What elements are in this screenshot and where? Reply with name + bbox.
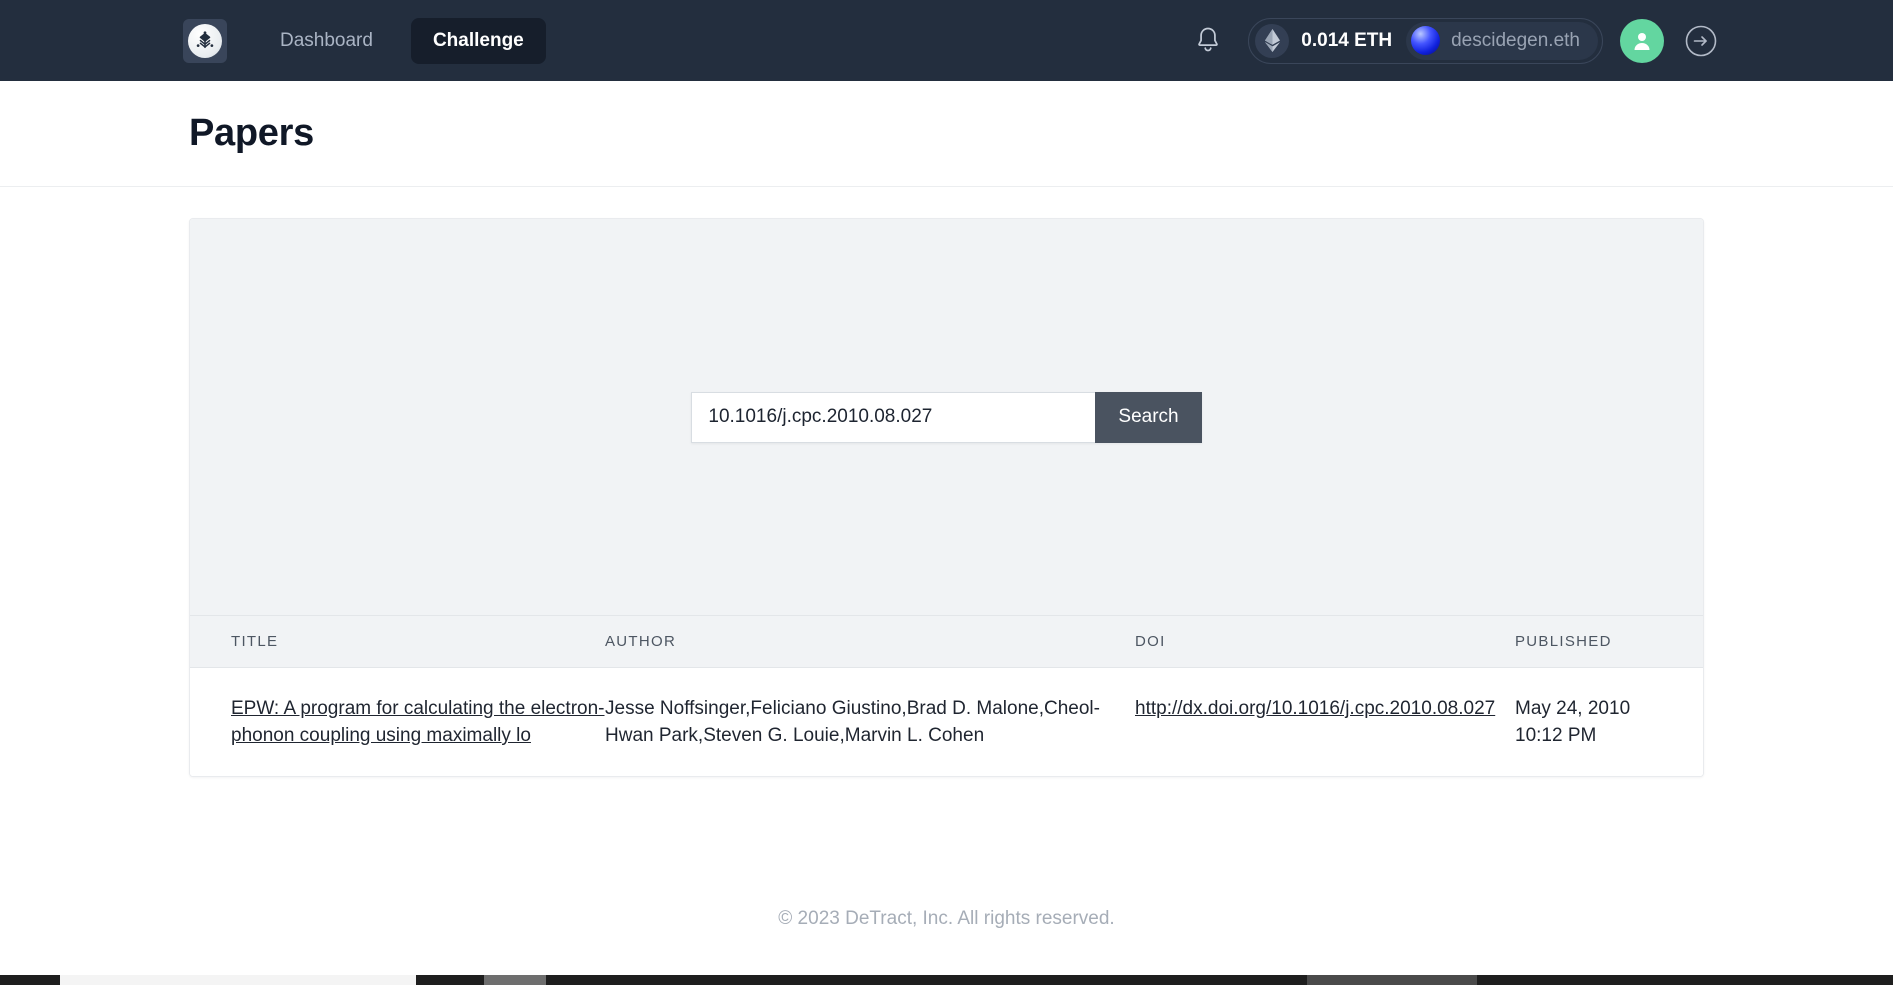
wallet-pill[interactable]: 0.014 ETH descidegen.eth bbox=[1248, 17, 1603, 64]
app-logo-button[interactable] bbox=[183, 18, 227, 63]
person-glyph-icon bbox=[1634, 32, 1650, 50]
taskbar-segment-window bbox=[60, 975, 416, 985]
page-title: Papers bbox=[189, 112, 314, 154]
logo-glyph-icon bbox=[196, 30, 214, 48]
papers-card: Search TITLE AUTHOR DOI PUBLISHED EPW: A bbox=[189, 218, 1704, 778]
detract-logo-icon bbox=[188, 23, 222, 58]
search-panel: Search bbox=[190, 219, 1703, 615]
bell-icon[interactable] bbox=[1194, 26, 1222, 56]
papers-page: Dashboard Challenge 0.014 ETH descidegen… bbox=[0, 0, 1893, 985]
paper-title-link[interactable]: EPW: A program for calculating the elect… bbox=[231, 698, 605, 746]
eth-glyph-icon bbox=[1264, 29, 1280, 52]
search-button[interactable]: Search bbox=[1095, 391, 1202, 443]
navbar-left-group: Dashboard Challenge bbox=[183, 17, 546, 64]
taskbar-segment-tray bbox=[1307, 975, 1477, 985]
taskbar-segment-item bbox=[484, 975, 546, 985]
page-footer: © 2023 DeTract, Inc. All rights reserved… bbox=[778, 908, 1115, 929]
published-date: May 24, 2010 bbox=[1515, 698, 1631, 719]
column-header-author: AUTHOR bbox=[605, 633, 677, 650]
os-taskbar-sliver bbox=[0, 975, 1893, 985]
column-header-title: TITLE bbox=[231, 633, 279, 650]
cell-author: Jesse Noffsinger,Feliciano Giustino,Brad… bbox=[605, 667, 1135, 777]
table-row: EPW: A program for calculating the elect… bbox=[190, 667, 1703, 777]
doi-search-input[interactable] bbox=[691, 391, 1096, 443]
ens-name-label: descidegen.eth bbox=[1451, 29, 1580, 51]
ens-sphere-avatar-icon bbox=[1411, 26, 1441, 55]
page-header: Papers bbox=[0, 81, 1893, 187]
cell-doi: http://dx.doi.org/10.1016/j.cpc.2010.08.… bbox=[1135, 667, 1515, 777]
papers-table-head: TITLE AUTHOR DOI PUBLISHED bbox=[190, 615, 1703, 668]
nav-link-challenge[interactable]: Challenge bbox=[410, 17, 546, 64]
papers-table: TITLE AUTHOR DOI PUBLISHED EPW: A progra… bbox=[190, 615, 1703, 777]
top-navbar: Dashboard Challenge 0.014 ETH descidegen… bbox=[0, 0, 1893, 81]
ens-account-chip[interactable]: descidegen.eth bbox=[1406, 21, 1598, 60]
column-header-published: PUBLISHED bbox=[1515, 633, 1612, 650]
cell-published: May 24, 2010 10:12 PM bbox=[1515, 667, 1703, 777]
person-avatar-icon[interactable] bbox=[1620, 18, 1664, 63]
published-time: 10:12 PM bbox=[1515, 725, 1597, 747]
ethereum-diamond-icon bbox=[1255, 23, 1290, 58]
papers-table-body: EPW: A program for calculating the elect… bbox=[190, 667, 1703, 777]
cell-title: EPW: A program for calculating the elect… bbox=[190, 667, 605, 777]
eth-balance-label: 0.014 ETH bbox=[1301, 29, 1393, 51]
search-group: Search bbox=[691, 391, 1202, 443]
main-content: Search TITLE AUTHOR DOI PUBLISHED EPW: A bbox=[0, 187, 1893, 778]
nav-link-dashboard[interactable]: Dashboard bbox=[280, 30, 373, 52]
arrow-right-circle-icon[interactable] bbox=[1684, 24, 1718, 58]
table-header-row: TITLE AUTHOR DOI PUBLISHED bbox=[190, 615, 1703, 668]
navbar-right-group: 0.014 ETH descidegen.eth bbox=[1194, 17, 1718, 64]
column-header-doi: DOI bbox=[1135, 633, 1166, 650]
paper-doi-link[interactable]: http://dx.doi.org/10.1016/j.cpc.2010.08.… bbox=[1135, 698, 1495, 719]
